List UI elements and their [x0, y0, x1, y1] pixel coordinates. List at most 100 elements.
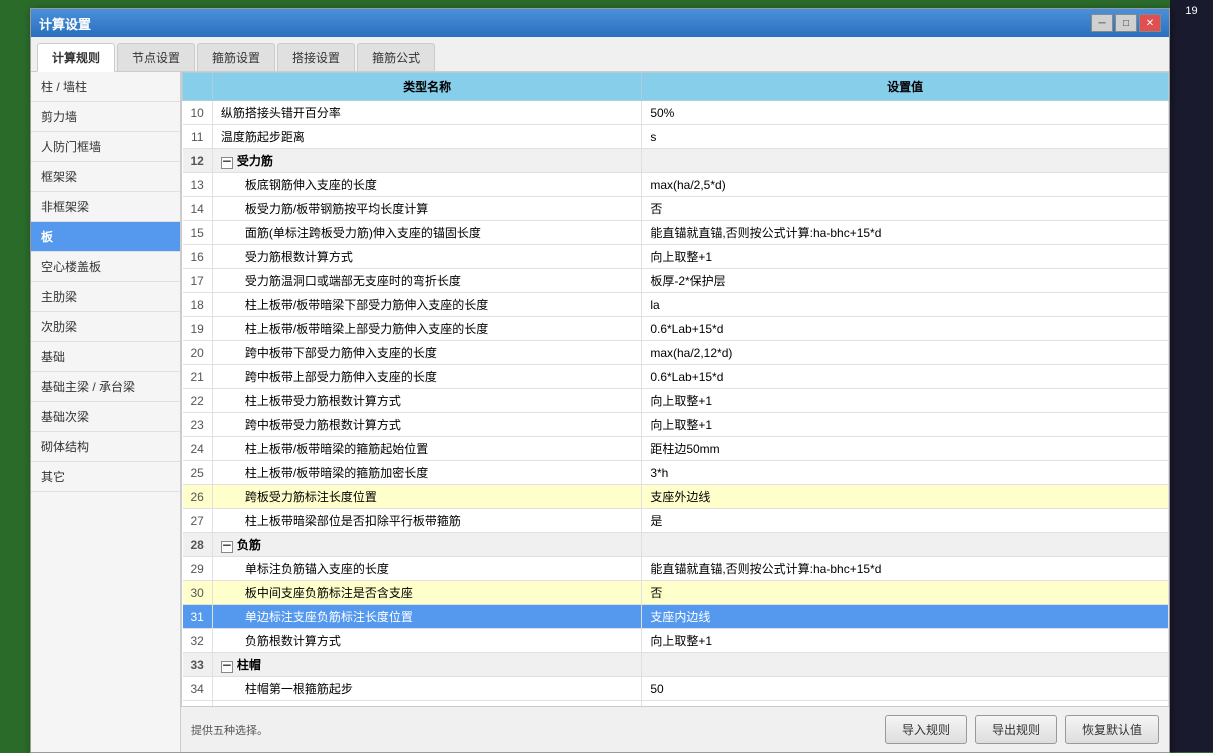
table-row[interactable]: 16 受力筋根数计算方式向上取整+1	[183, 245, 1169, 269]
section-toggle[interactable]: －	[221, 541, 233, 553]
row-number: 13	[183, 173, 213, 197]
tab-stirrup-settings[interactable]: 箍筋设置	[197, 43, 275, 71]
sidebar-item-foundsecbeam[interactable]: 基础次梁	[31, 402, 180, 432]
row-name: 面筋(单标注跨板受力筋)伸入支座的锚固长度	[212, 221, 641, 245]
table-row[interactable]: 13 板底钢筋伸入支座的长度max(ha/2,5*d)	[183, 173, 1169, 197]
row-name: －负筋	[212, 533, 641, 557]
row-value: la	[642, 293, 1169, 317]
row-value	[642, 653, 1169, 677]
row-name: 温度筋起步距离	[212, 125, 641, 149]
table-row[interactable]: 20 跨中板带下部受力筋伸入支座的长度max(ha/2,12*d)	[183, 341, 1169, 365]
row-value: 0.6*Lab+15*d	[642, 365, 1169, 389]
table-row[interactable]: 31 单边标注支座负筋标注长度位置支座内边线	[183, 605, 1169, 629]
tab-splice-settings[interactable]: 搭接设置	[277, 43, 355, 71]
row-value: s	[642, 125, 1169, 149]
table-row[interactable]: 25 柱上板带/板带暗梁的箍筋加密长度3*h	[183, 461, 1169, 485]
row-value: 向上取整+1	[642, 629, 1169, 653]
table-row[interactable]: 18 柱上板带/板带暗梁下部受力筋伸入支座的长度la	[183, 293, 1169, 317]
row-value	[642, 149, 1169, 173]
table-row[interactable]: 22 柱上板带受力筋根数计算方式向上取整+1	[183, 389, 1169, 413]
row-number: 21	[183, 365, 213, 389]
row-name: －柱帽	[212, 653, 641, 677]
row-number: 25	[183, 461, 213, 485]
table-row[interactable]: 17 受力筋温洞口或端部无支座时的弯折长度板厚-2*保护层	[183, 269, 1169, 293]
sidebar-item-secrib[interactable]: 次肋梁	[31, 312, 180, 342]
sidebar-item-mainrib[interactable]: 主肋梁	[31, 282, 180, 312]
sidebar-item-column[interactable]: 柱 / 墙柱	[31, 72, 180, 102]
footer-hint: 提供五种选择。	[191, 722, 877, 738]
table-row[interactable]: 15 面筋(单标注跨板受力筋)伸入支座的锚固长度能直锚就直锚,否则按公式计算:h…	[183, 221, 1169, 245]
sidebar-item-foundation[interactable]: 基础	[31, 342, 180, 372]
sidebar-item-masonry[interactable]: 砌体结构	[31, 432, 180, 462]
tab-calculation-rules[interactable]: 计算规则	[37, 43, 115, 72]
table-row[interactable]: 10纵筋搭接头错开百分率50%	[183, 101, 1169, 125]
sidebar-item-shearwall[interactable]: 剪力墙	[31, 102, 180, 132]
row-name: 板中间支座负筋标注是否含支座	[212, 581, 641, 605]
sidebar-item-slab[interactable]: 板	[31, 222, 180, 252]
row-value: 否	[642, 581, 1169, 605]
restore-defaults-button[interactable]: 恢复默认值	[1065, 715, 1159, 744]
table-row[interactable]: 26 跨板受力筋标注长度位置支座外边线	[183, 485, 1169, 509]
row-value: 向上取整+1	[642, 389, 1169, 413]
table-container[interactable]: 类型名称 设置值 10纵筋搭接头错开百分率50%11温度筋起步距离s12－受力筋…	[181, 72, 1169, 706]
import-rules-button[interactable]: 导入规则	[885, 715, 967, 744]
row-value: 能直锚就直锚,否则按公式计算:ha-bhc+15*d	[642, 557, 1169, 581]
close-button[interactable]: ✕	[1139, 14, 1161, 32]
table-row[interactable]: 33－柱帽	[183, 653, 1169, 677]
row-number: 17	[183, 269, 213, 293]
table-row[interactable]: 19 柱上板带/板带暗梁上部受力筋伸入支座的长度0.6*Lab+15*d	[183, 317, 1169, 341]
row-name: 柱上板带暗梁部位是否扣除平行板带箍筋	[212, 509, 641, 533]
table-row[interactable]: 30 板中间支座负筋标注是否含支座否	[183, 581, 1169, 605]
table-row[interactable]: 32 负筋根数计算方式向上取整+1	[183, 629, 1169, 653]
sidebar-item-other[interactable]: 其它	[31, 462, 180, 492]
sidebar-item-framebeam[interactable]: 框架梁	[31, 162, 180, 192]
table-row[interactable]: 29 单标注负筋锚入支座的长度能直锚就直锚,否则按公式计算:ha-bhc+15*…	[183, 557, 1169, 581]
table-row[interactable]: 24 柱上板带/板带暗梁的箍筋起始位置距柱边50mm	[183, 437, 1169, 461]
maximize-button[interactable]: □	[1115, 14, 1137, 32]
row-value: 是	[642, 509, 1169, 533]
sidebar-item-foundmainbeam[interactable]: 基础主梁 / 承台梁	[31, 372, 180, 402]
row-name: 跨中板带下部受力筋伸入支座的长度	[212, 341, 641, 365]
table-row[interactable]: 14 板受力筋/板带钢筋按平均长度计算否	[183, 197, 1169, 221]
sidebar-item-doorwall[interactable]: 人防门框墙	[31, 132, 180, 162]
row-value: 板厚-2*保护层	[642, 269, 1169, 293]
export-rules-button[interactable]: 导出规则	[975, 715, 1057, 744]
row-value: 支座内边线	[642, 605, 1169, 629]
row-value: 3*h	[642, 461, 1169, 485]
row-number: 10	[183, 101, 213, 125]
table-row[interactable]: 11温度筋起步距离s	[183, 125, 1169, 149]
row-name: 板受力筋/板带钢筋按平均长度计算	[212, 197, 641, 221]
title-controls: ─ □ ✕	[1091, 14, 1161, 32]
table-row[interactable]: 27 柱上板带暗梁部位是否扣除平行板带箍筋是	[183, 509, 1169, 533]
table-row[interactable]: 34 柱帽第一根箍筋起步50	[183, 677, 1169, 701]
row-name: 跨板受力筋标注长度位置	[212, 485, 641, 509]
sidebar-item-nonframebeam[interactable]: 非框架梁	[31, 192, 180, 222]
table-row[interactable]: 21 跨中板带上部受力筋伸入支座的长度0.6*Lab+15*d	[183, 365, 1169, 389]
row-name: －受力筋	[212, 149, 641, 173]
col-header-value: 设置值	[642, 73, 1169, 101]
window-title: 计算设置	[39, 14, 91, 33]
row-name: 跨中板带上部受力筋伸入支座的长度	[212, 365, 641, 389]
tab-stirrup-formula[interactable]: 箍筋公式	[357, 43, 435, 71]
row-number: 28	[183, 533, 213, 557]
row-number: 33	[183, 653, 213, 677]
sidebar-item-hollowslab[interactable]: 空心楼盖板	[31, 252, 180, 282]
col-header-name: 类型名称	[212, 73, 641, 101]
row-number: 14	[183, 197, 213, 221]
table-row[interactable]: 12－受力筋	[183, 149, 1169, 173]
minimize-button[interactable]: ─	[1091, 14, 1113, 32]
section-toggle[interactable]: －	[221, 661, 233, 673]
row-name: 板底钢筋伸入支座的长度	[212, 173, 641, 197]
row-number: 12	[183, 149, 213, 173]
table-row[interactable]: 28－负筋	[183, 533, 1169, 557]
row-name: 单边标注支座负筋标注长度位置	[212, 605, 641, 629]
row-value: 否	[642, 197, 1169, 221]
row-value: 0.6*Lab+15*d	[642, 317, 1169, 341]
row-value: 向上取整+1	[642, 245, 1169, 269]
section-toggle[interactable]: －	[221, 157, 233, 169]
row-number: 32	[183, 629, 213, 653]
row-value: 能直锚就直锚,否则按公式计算:ha-bhc+15*d	[642, 221, 1169, 245]
tab-node-settings[interactable]: 节点设置	[117, 43, 195, 71]
table-row[interactable]: 23 跨中板带受力筋根数计算方式向上取整+1	[183, 413, 1169, 437]
row-number: 16	[183, 245, 213, 269]
